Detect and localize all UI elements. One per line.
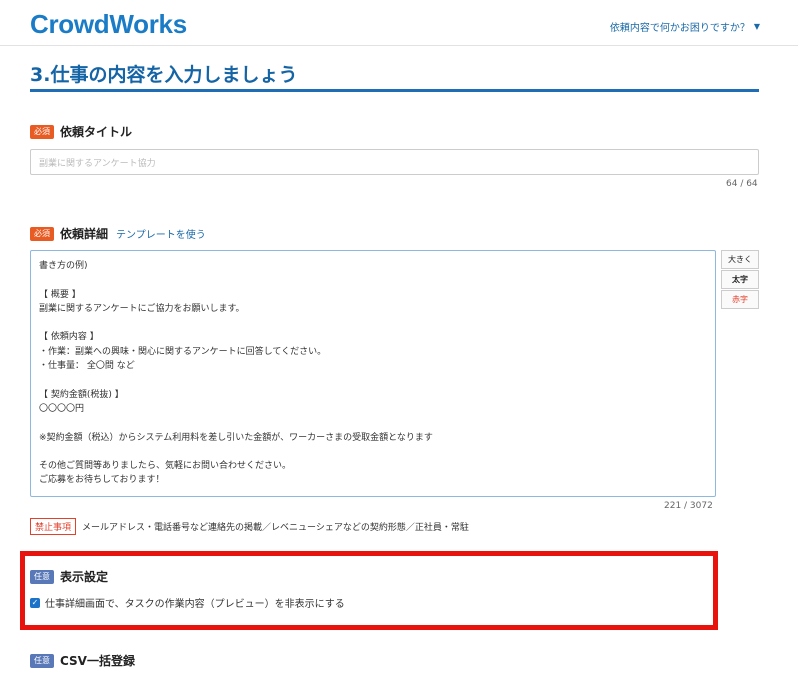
detail-line <box>39 416 707 430</box>
use-template-link[interactable]: テンプレートを使う <box>116 226 206 241</box>
caret-down-icon: ▼ <box>753 22 760 31</box>
header: CrowdWorks 依頼内容で何かお困りですか？ ▼ <box>0 0 798 46</box>
prohibited-notice: 禁止事項 メールアドレス・電話番号など連絡先の掲載／レベニューシェアなどの契約形… <box>30 518 469 535</box>
optional-badge: 任意 <box>30 653 54 668</box>
title-label-row: 必須 依頼タイトル <box>30 123 132 140</box>
required-badge: 必須 <box>30 124 54 139</box>
prohibited-badge: 禁止事項 <box>30 518 77 535</box>
highlight-frame <box>20 551 718 630</box>
csv-bulk-label: CSV一括登録 <box>60 654 135 668</box>
red-text-button[interactable]: 赤字 <box>721 290 759 309</box>
display-settings-label: 表示設定 <box>60 570 109 584</box>
hide-preview-label[interactable]: 仕事詳細画面で、タスクの作業内容（プレビュー）を非表示にする <box>45 595 345 610</box>
csv-label-row: 任意 CSV一括登録 <box>30 652 135 669</box>
detail-line: ・作業：副業への興味・関心に関するアンケートに回答してください。 <box>39 346 327 357</box>
detail-line: 〇〇〇〇円 <box>39 403 85 414</box>
title-underline <box>30 89 759 92</box>
help-dropdown[interactable]: 依頼内容で何かお困りですか？ ▼ <box>610 19 760 34</box>
detail-char-count: 221 / 3072 <box>664 501 713 511</box>
detail-textarea[interactable]: 書き方の例) 【 概要 】副業に関するアンケートにご協力をお願いします。【 依頼内… <box>30 250 716 497</box>
detail-line <box>39 373 707 387</box>
display-label-row: 任意 表示設定 <box>30 568 108 585</box>
detail-label: 依頼詳細 <box>60 227 109 241</box>
detail-line <box>39 273 707 287</box>
hide-preview-checkbox[interactable]: ✓ <box>30 597 40 608</box>
detail-line: 書き方の例) <box>39 261 88 271</box>
help-link[interactable]: 依頼内容で何かお困りですか？ <box>610 19 750 34</box>
large-text-button[interactable]: 大きく <box>721 250 759 269</box>
detail-line <box>39 445 707 459</box>
detail-line: ご応募をお待ちしております！ <box>39 475 165 486</box>
page-title: 3.仕事の内容を入力しましょう <box>30 64 298 86</box>
detail-line: 副業に関するアンケートにご協力をお願いします。 <box>39 303 245 314</box>
detail-label-row: 必須 依頼詳細 テンプレートを使う <box>30 225 206 242</box>
title-label: 依頼タイトル <box>60 125 133 139</box>
detail-line: 【 概要 】 <box>39 289 81 300</box>
detail-line: 【 依頼内容 】 <box>39 332 99 343</box>
detail-line: 【 契約金額(税抜) 】 <box>39 389 124 400</box>
title-char-count: 64 / 64 <box>726 179 758 189</box>
format-toolbar: 大きく 太字 赤字 <box>721 250 759 310</box>
hide-preview-option[interactable]: ✓ 仕事詳細画面で、タスクの作業内容（プレビュー）を非表示にする <box>30 595 345 610</box>
detail-line: その他ご質問等ありましたら、気軽にお問い合わせください。 <box>39 461 292 472</box>
title-input[interactable]: 副業に関するアンケート協力 <box>30 149 759 175</box>
bold-button[interactable]: 太字 <box>721 270 759 289</box>
detail-line: ・仕事量： 全〇問 など <box>39 361 135 372</box>
detail-line <box>39 316 707 330</box>
crowdworks-logo[interactable]: CrowdWorks <box>30 9 187 40</box>
prohibited-text: メールアドレス・電話番号など連絡先の掲載／レベニューシェアなどの契約形態／正社員… <box>82 523 469 533</box>
required-badge: 必須 <box>30 226 54 241</box>
optional-badge: 任意 <box>30 569 54 584</box>
detail-line: ※契約金額（税込）からシステム利用料を差し引いた金額が、ワーカーさまの受取金額と… <box>39 432 433 443</box>
